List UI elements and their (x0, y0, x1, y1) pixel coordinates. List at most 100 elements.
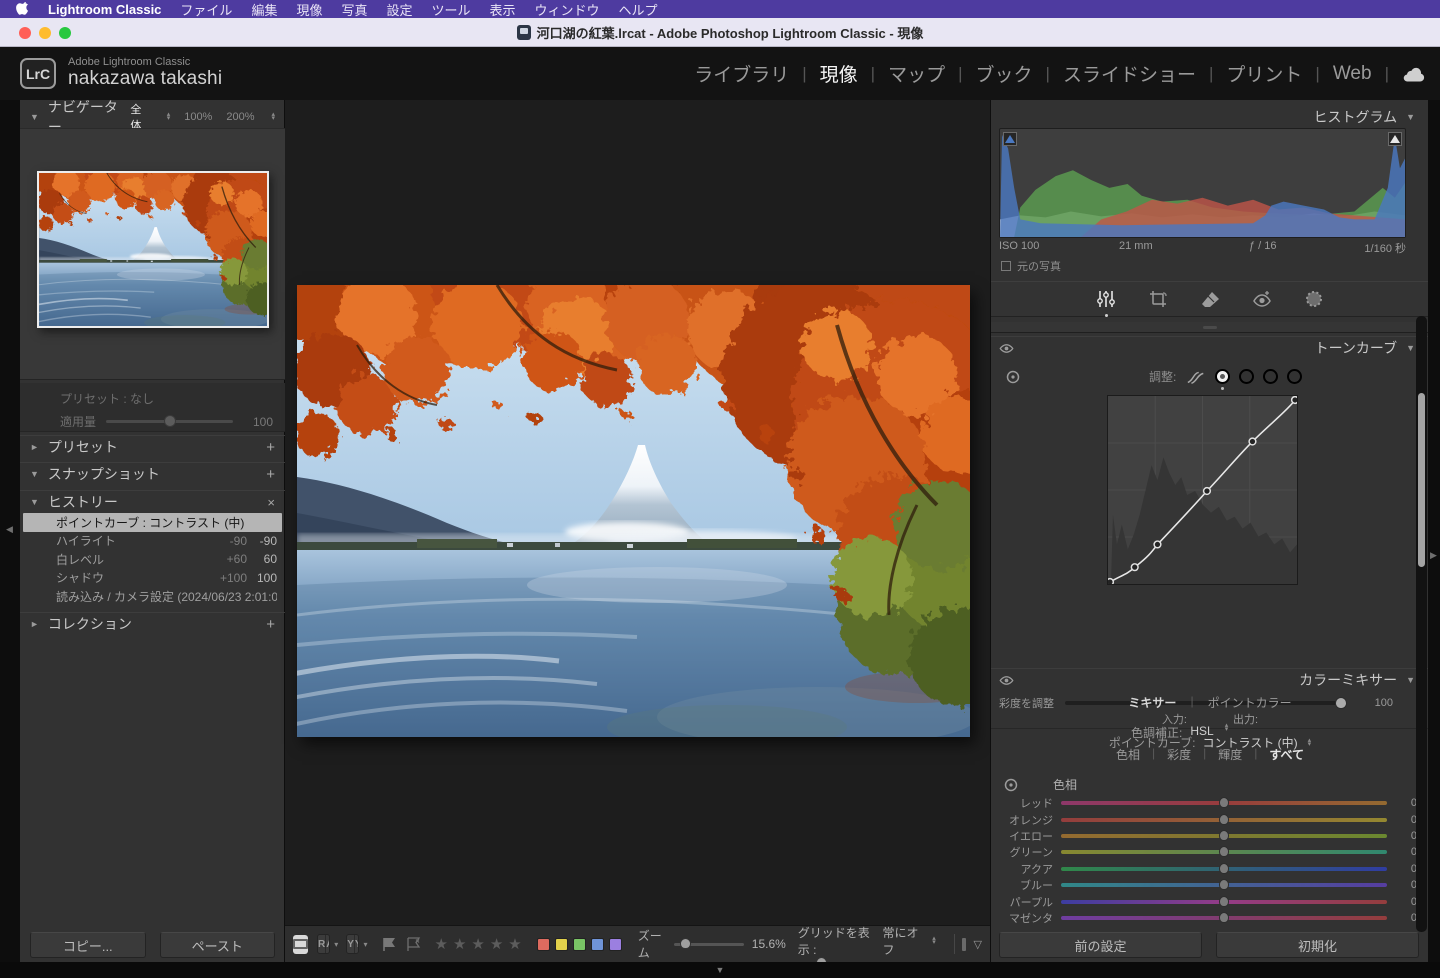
parametric-curve-icon[interactable] (1186, 369, 1206, 385)
hue-knob[interactable] (1219, 879, 1229, 890)
hue-knob[interactable] (1219, 846, 1229, 857)
filmstrip-collapse-bar[interactable]: ▼ (0, 962, 1440, 978)
subtab-all[interactable]: すべて (1269, 746, 1304, 763)
crop-tool-button[interactable] (1147, 288, 1169, 310)
navigator-zoom200-button[interactable]: 200% (226, 111, 254, 123)
toolbar-content-icon[interactable] (962, 938, 965, 951)
navigator-thumbnail[interactable] (37, 171, 269, 328)
presets-panel-header[interactable]: ► プリセット + (20, 435, 285, 458)
histogram-graph[interactable] (999, 128, 1406, 238)
preset-amount-knob[interactable] (164, 415, 176, 427)
left-panel-edge[interactable]: ◀ (0, 100, 20, 962)
cloud-sync-icon[interactable] (1402, 65, 1426, 82)
add-collection-button[interactable]: + (266, 616, 275, 633)
menu-window[interactable]: ウィンドウ (535, 0, 600, 19)
tab-mixer[interactable]: ミキサー (1128, 694, 1176, 711)
module-develop[interactable]: 現像 (820, 60, 858, 87)
module-print[interactable]: プリント (1226, 60, 1302, 87)
navigator-preview[interactable] (20, 128, 285, 380)
highlight-clipping-indicator[interactable] (1388, 132, 1402, 146)
zoom-slider-knob[interactable] (680, 938, 691, 949)
module-library[interactable]: ライブラリ (694, 60, 789, 87)
add-snapshot-button[interactable]: + (266, 466, 275, 483)
hue-slider[interactable] (1061, 801, 1387, 805)
menu-develop[interactable]: 現像 (296, 0, 322, 19)
previous-settings-button[interactable]: 前の設定 (999, 932, 1202, 958)
history-item[interactable]: 読み込み / カメラ設定 (2024/06/23 2:01:00) (20, 587, 285, 606)
color-label-blue[interactable] (591, 938, 604, 951)
snapshots-panel-header[interactable]: ▼ スナップショット + (20, 462, 285, 485)
after-cell[interactable]: A (325, 935, 330, 953)
before-after-tb-button[interactable]: Y Y (346, 934, 359, 954)
photo-preview[interactable] (297, 285, 970, 737)
original-photo-row[interactable]: 元の写真 (1001, 258, 1061, 274)
hue-slider[interactable] (1061, 850, 1387, 854)
hue-slider[interactable] (1061, 834, 1387, 838)
point-curve-channel-icon[interactable] (1215, 369, 1230, 384)
chevron-down-icon[interactable]: ▾ (334, 940, 338, 949)
subtab-hue[interactable]: 色相 (1116, 746, 1140, 763)
color-adjust-value[interactable]: HSL (1190, 724, 1213, 741)
green-channel-icon[interactable] (1263, 369, 1278, 384)
hue-knob[interactable] (1219, 830, 1229, 841)
collapse-right-panel-icon[interactable]: ▶ (1430, 550, 1437, 561)
collections-panel-header[interactable]: ► コレクション + (20, 612, 285, 635)
collapse-left-panel-icon[interactable]: ◀ (6, 524, 13, 535)
module-slideshow[interactable]: スライドショー (1063, 60, 1196, 87)
subtab-luminance[interactable]: 輝度 (1218, 746, 1242, 763)
target-adjustment-icon[interactable] (1005, 369, 1021, 385)
hue-knob[interactable] (1219, 797, 1229, 808)
panel-toggle-eye-icon[interactable] (999, 675, 1014, 686)
healing-tool-button[interactable] (1199, 288, 1221, 310)
preset-amount-slider[interactable] (106, 420, 233, 423)
hue-slider[interactable] (1061, 818, 1387, 822)
hue-slider[interactable] (1061, 916, 1387, 920)
redeye-tool-button[interactable] (1251, 288, 1273, 310)
minimize-window-button[interactable] (39, 27, 51, 39)
navigator-zoom100-button[interactable]: 100% (184, 111, 212, 123)
module-map[interactable]: マップ (888, 60, 945, 87)
target-adjustment-icon[interactable] (1003, 777, 1019, 793)
close-window-button[interactable] (19, 27, 31, 39)
navigator-header[interactable]: ▼ ナビゲーター 全体▴▾ 100% 200%▴▾ (20, 105, 285, 128)
menubar-app-name[interactable]: Lightroom Classic (48, 2, 161, 17)
apple-icon[interactable] (16, 2, 29, 17)
original-photo-checkbox[interactable] (1001, 261, 1011, 271)
menu-file[interactable]: ファイル (180, 0, 232, 19)
menu-help[interactable]: ヘルプ (619, 0, 658, 19)
tab-point-color[interactable]: ポイントカラー (1208, 694, 1292, 711)
reset-button[interactable]: 初期化 (1216, 932, 1419, 958)
red-channel-icon[interactable] (1239, 369, 1254, 384)
paste-button[interactable]: ペースト (160, 932, 276, 958)
module-web[interactable]: Web (1333, 63, 1372, 85)
copy-button[interactable]: コピー... (30, 932, 146, 958)
module-book[interactable]: ブック (976, 60, 1033, 87)
loupe-view-button[interactable] (293, 935, 308, 954)
color-mixer-header[interactable]: カラーミキサー ▼ (991, 668, 1429, 691)
right-panel-scrollbar-thumb[interactable] (1418, 393, 1425, 567)
color-label-red[interactable] (537, 938, 550, 951)
history-item[interactable]: ポイントカーブ : コントラスト (中) (23, 513, 282, 532)
flag-reject-icon[interactable] (406, 937, 421, 952)
after-cell[interactable]: Y (354, 935, 360, 953)
star-rating[interactable]: ★★★★★ (435, 935, 527, 953)
color-label-green[interactable] (573, 938, 586, 951)
color-label-yellow[interactable] (555, 938, 568, 951)
zoom-window-button[interactable] (59, 27, 71, 39)
before-cell[interactable]: Y (347, 935, 354, 953)
zoom-slider[interactable] (674, 943, 743, 946)
before-cell[interactable]: R (318, 935, 325, 953)
shadow-clipping-indicator[interactable] (1003, 132, 1017, 146)
hue-knob[interactable] (1219, 863, 1229, 874)
menu-settings[interactable]: 設定 (386, 0, 412, 19)
clear-history-icon[interactable]: × (267, 495, 275, 510)
chevron-down-icon[interactable]: ▾ (363, 940, 367, 949)
hue-knob[interactable] (1219, 814, 1229, 825)
hue-slider[interactable] (1061, 867, 1387, 871)
edit-tool-button[interactable] (1095, 288, 1117, 310)
hue-slider[interactable] (1061, 900, 1387, 904)
history-panel-header[interactable]: ▼ ヒストリー × (20, 490, 285, 513)
toolbar-options-icon[interactable]: ▽ (974, 938, 982, 951)
menu-photo[interactable]: 写真 (341, 0, 367, 19)
panel-toggle-eye-icon[interactable] (999, 343, 1014, 354)
